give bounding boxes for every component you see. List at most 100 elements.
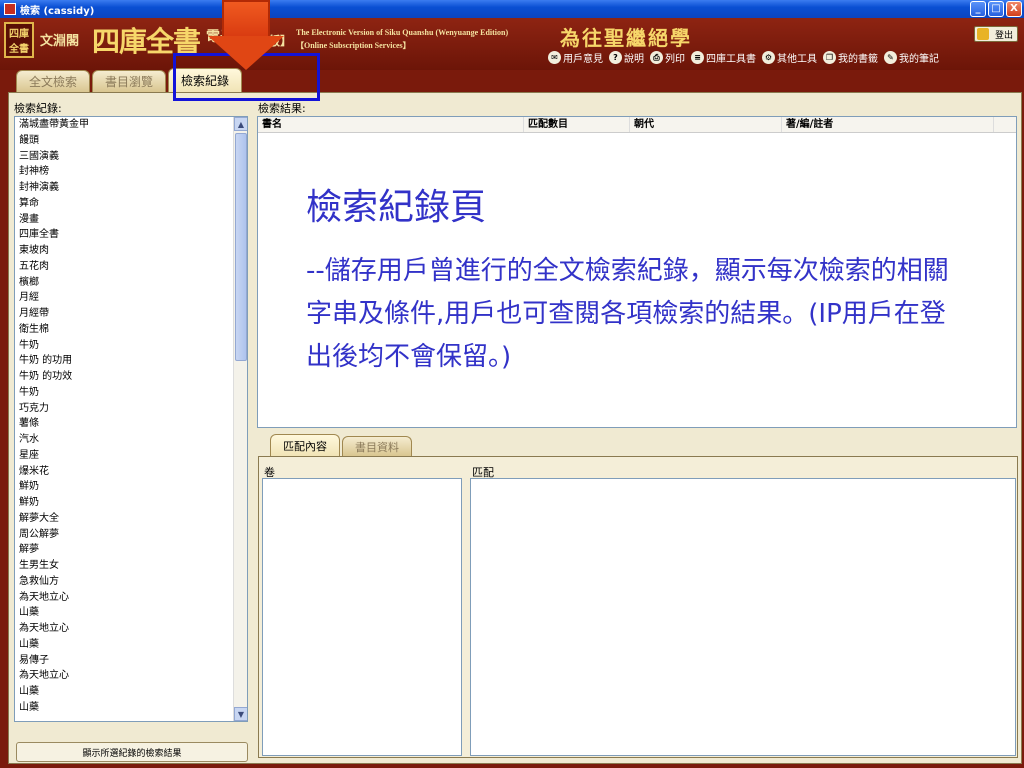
notes-icon: ✎ [884, 51, 897, 64]
show-selected-results-button[interactable]: 顯示所選紀錄的檢索結果 [16, 742, 248, 762]
logout-button[interactable]: 登出 [974, 26, 1018, 42]
history-item[interactable]: 急救仙方 [15, 574, 247, 590]
history-item[interactable]: 牛奶 的功效 [15, 369, 247, 385]
history-item[interactable]: 牛奶 [15, 385, 247, 401]
results-label: 檢索結果: [258, 102, 306, 115]
history-item[interactable]: 三國演義 [15, 149, 247, 165]
history-item[interactable]: 四庫全書 [15, 227, 247, 243]
motto: 為往聖繼絕學 [560, 26, 692, 50]
toolbar-print[interactable]: ⎙ 列印 [650, 50, 685, 65]
history-item[interactable]: 為天地立心 [15, 590, 247, 606]
history-item[interactable]: 鮮奶 [15, 479, 247, 495]
history-item[interactable]: 封神演義 [15, 180, 247, 196]
history-list[interactable]: 滿城盡帶黃金甲 饅頭 三國演義 封神榜 封神演義 算命 漫畫 四庫全書 東坡肉 五花肉 檳榔 月經 月經… [14, 116, 248, 722]
toolbar-label: 說明 [624, 54, 644, 65]
history-label: 檢索紀錄: [14, 102, 62, 115]
results-header: 書名 匹配數目 朝代 著/編/註者 [258, 117, 1016, 133]
history-item[interactable]: 算命 [15, 196, 247, 212]
history-items: 滿城盡帶黃金甲 饅頭 三國演義 封神榜 封神演義 算命 漫畫 四庫全書 東坡肉 五花肉 檳榔 月經 月經… [15, 117, 247, 716]
tab-fulltext-search[interactable]: 全文檢索 [16, 70, 91, 92]
history-item[interactable]: 星座 [15, 448, 247, 464]
toolbar-tools[interactable]: ⚙ 其他工具 [762, 50, 817, 65]
history-item[interactable]: 鮮奶 [15, 495, 247, 511]
logout-icon [977, 28, 989, 40]
history-item[interactable]: 易傳子 [15, 653, 247, 669]
tab-match-content[interactable]: 匹配內容 [270, 434, 340, 456]
detail-tabs: 匹配內容 書目資料 [270, 434, 412, 456]
scroll-down-icon[interactable]: ▼ [234, 707, 247, 721]
scroll-thumb[interactable] [235, 133, 247, 361]
history-item[interactable]: 汽水 [15, 432, 247, 448]
history-item[interactable]: 爆米花 [15, 464, 247, 480]
col-author[interactable]: 著/編/註者 [782, 117, 994, 132]
brand-small: 文淵閣 [40, 34, 80, 49]
english-subtitle: 【Online Subscription Services】 [296, 41, 411, 50]
app-icon [4, 3, 16, 15]
bookmark-icon: ❐ [823, 51, 836, 64]
history-item[interactable]: 漫畫 [15, 212, 247, 228]
toolbar-reference[interactable]: ≡ 四庫工具書 [691, 50, 756, 65]
close-button[interactable]: X [1006, 1, 1022, 17]
tab-bibliographic-info[interactable]: 書目資料 [342, 436, 412, 456]
toolbar-label: 其他工具 [777, 54, 817, 65]
reference-icon: ≡ [691, 51, 704, 64]
history-scrollbar[interactable]: ▲ ▼ [233, 117, 247, 721]
history-item[interactable]: 巧克力 [15, 401, 247, 417]
history-item[interactable]: 饅頭 [15, 133, 247, 149]
toolbar-notes[interactable]: ✎ 我的筆記 [884, 50, 939, 65]
window-controls: _ □ X [970, 1, 1022, 17]
siku-logo: 四庫全書 [4, 22, 34, 58]
history-item[interactable]: 牛奶 [15, 338, 247, 354]
annotation-title: 檢索紀錄頁 [306, 187, 487, 228]
toolbar-label: 我的書籤 [838, 54, 878, 65]
app-header: 四庫全書 文淵閣 四庫全書 電子 版】 The Electronic Versi… [0, 18, 1024, 70]
tab-catalog-browse[interactable]: 書目瀏覽 [92, 70, 167, 92]
history-item[interactable]: 為天地立心 [15, 621, 247, 637]
col-dynasty[interactable]: 朝代 [630, 117, 782, 132]
history-item[interactable]: 解夢大全 [15, 511, 247, 527]
feedback-icon: ✉ [548, 51, 561, 64]
history-item[interactable]: 山藥 [15, 700, 247, 716]
maximize-button[interactable]: □ [988, 1, 1004, 17]
window-titlebar: 檢索 (cassidy) _ □ X [0, 0, 1024, 18]
toolbar-feedback[interactable]: ✉ 用戶意見 [548, 50, 603, 65]
history-item[interactable]: 生男生女 [15, 558, 247, 574]
toolbar-bookmarks[interactable]: ❐ 我的書籤 [823, 50, 878, 65]
annotation-arrow-head [208, 36, 284, 70]
toolbar-label: 用戶意見 [563, 54, 603, 65]
match-content-box[interactable] [470, 478, 1016, 756]
history-item[interactable]: 解夢 [15, 542, 247, 558]
logout-label: 登出 [994, 30, 1013, 41]
toolbar-label: 四庫工具書 [706, 54, 756, 65]
juan-list[interactable] [262, 478, 462, 756]
tools-icon: ⚙ [762, 51, 775, 64]
history-item[interactable]: 牛奶 的功用 [15, 353, 247, 369]
toolbar-label: 我的筆記 [899, 54, 939, 65]
print-icon: ⎙ [650, 51, 663, 64]
history-item[interactable]: 衛生棉 [15, 322, 247, 338]
col-book-title[interactable]: 書名 [258, 117, 524, 132]
history-item[interactable]: 月經帶 [15, 306, 247, 322]
toolbar-label: 列印 [665, 54, 685, 65]
annotation-arrow-icon [222, 0, 270, 38]
history-item[interactable]: 東坡肉 [15, 243, 247, 259]
annotation-description: --儲存用戶曾進行的全文檢索紀錄，顯示每次檢索的相關字串及條件,用戶也可查閱各項… [306, 256, 949, 372]
scroll-up-icon[interactable]: ▲ [234, 117, 247, 131]
history-item[interactable]: 封神榜 [15, 164, 247, 180]
history-item[interactable]: 薯條 [15, 416, 247, 432]
history-item[interactable]: 山藥 [15, 637, 247, 653]
history-item[interactable]: 月經 [15, 290, 247, 306]
history-item[interactable]: 山藥 [15, 605, 247, 621]
help-icon: ? [609, 51, 622, 64]
history-item[interactable]: 為天地立心 [15, 668, 247, 684]
english-title: The Electronic Version of Siku Quanshu (… [296, 28, 509, 37]
history-item[interactable]: 滿城盡帶黃金甲 [15, 117, 247, 133]
col-match-count[interactable]: 匹配數目 [524, 117, 630, 132]
header-toolbar: ✉ 用戶意見 ? 說明 ⎙ 列印 ≡ 四庫工具書 ⚙ 其他工具 ❐ 我的書籤 ✎ 我的筆記 [548, 50, 939, 65]
toolbar-help[interactable]: ? 說明 [609, 50, 644, 65]
history-item[interactable]: 檳榔 [15, 275, 247, 291]
minimize-button[interactable]: _ [970, 1, 986, 17]
history-item[interactable]: 周公解夢 [15, 527, 247, 543]
history-item[interactable]: 五花肉 [15, 259, 247, 275]
history-item[interactable]: 山藥 [15, 684, 247, 700]
